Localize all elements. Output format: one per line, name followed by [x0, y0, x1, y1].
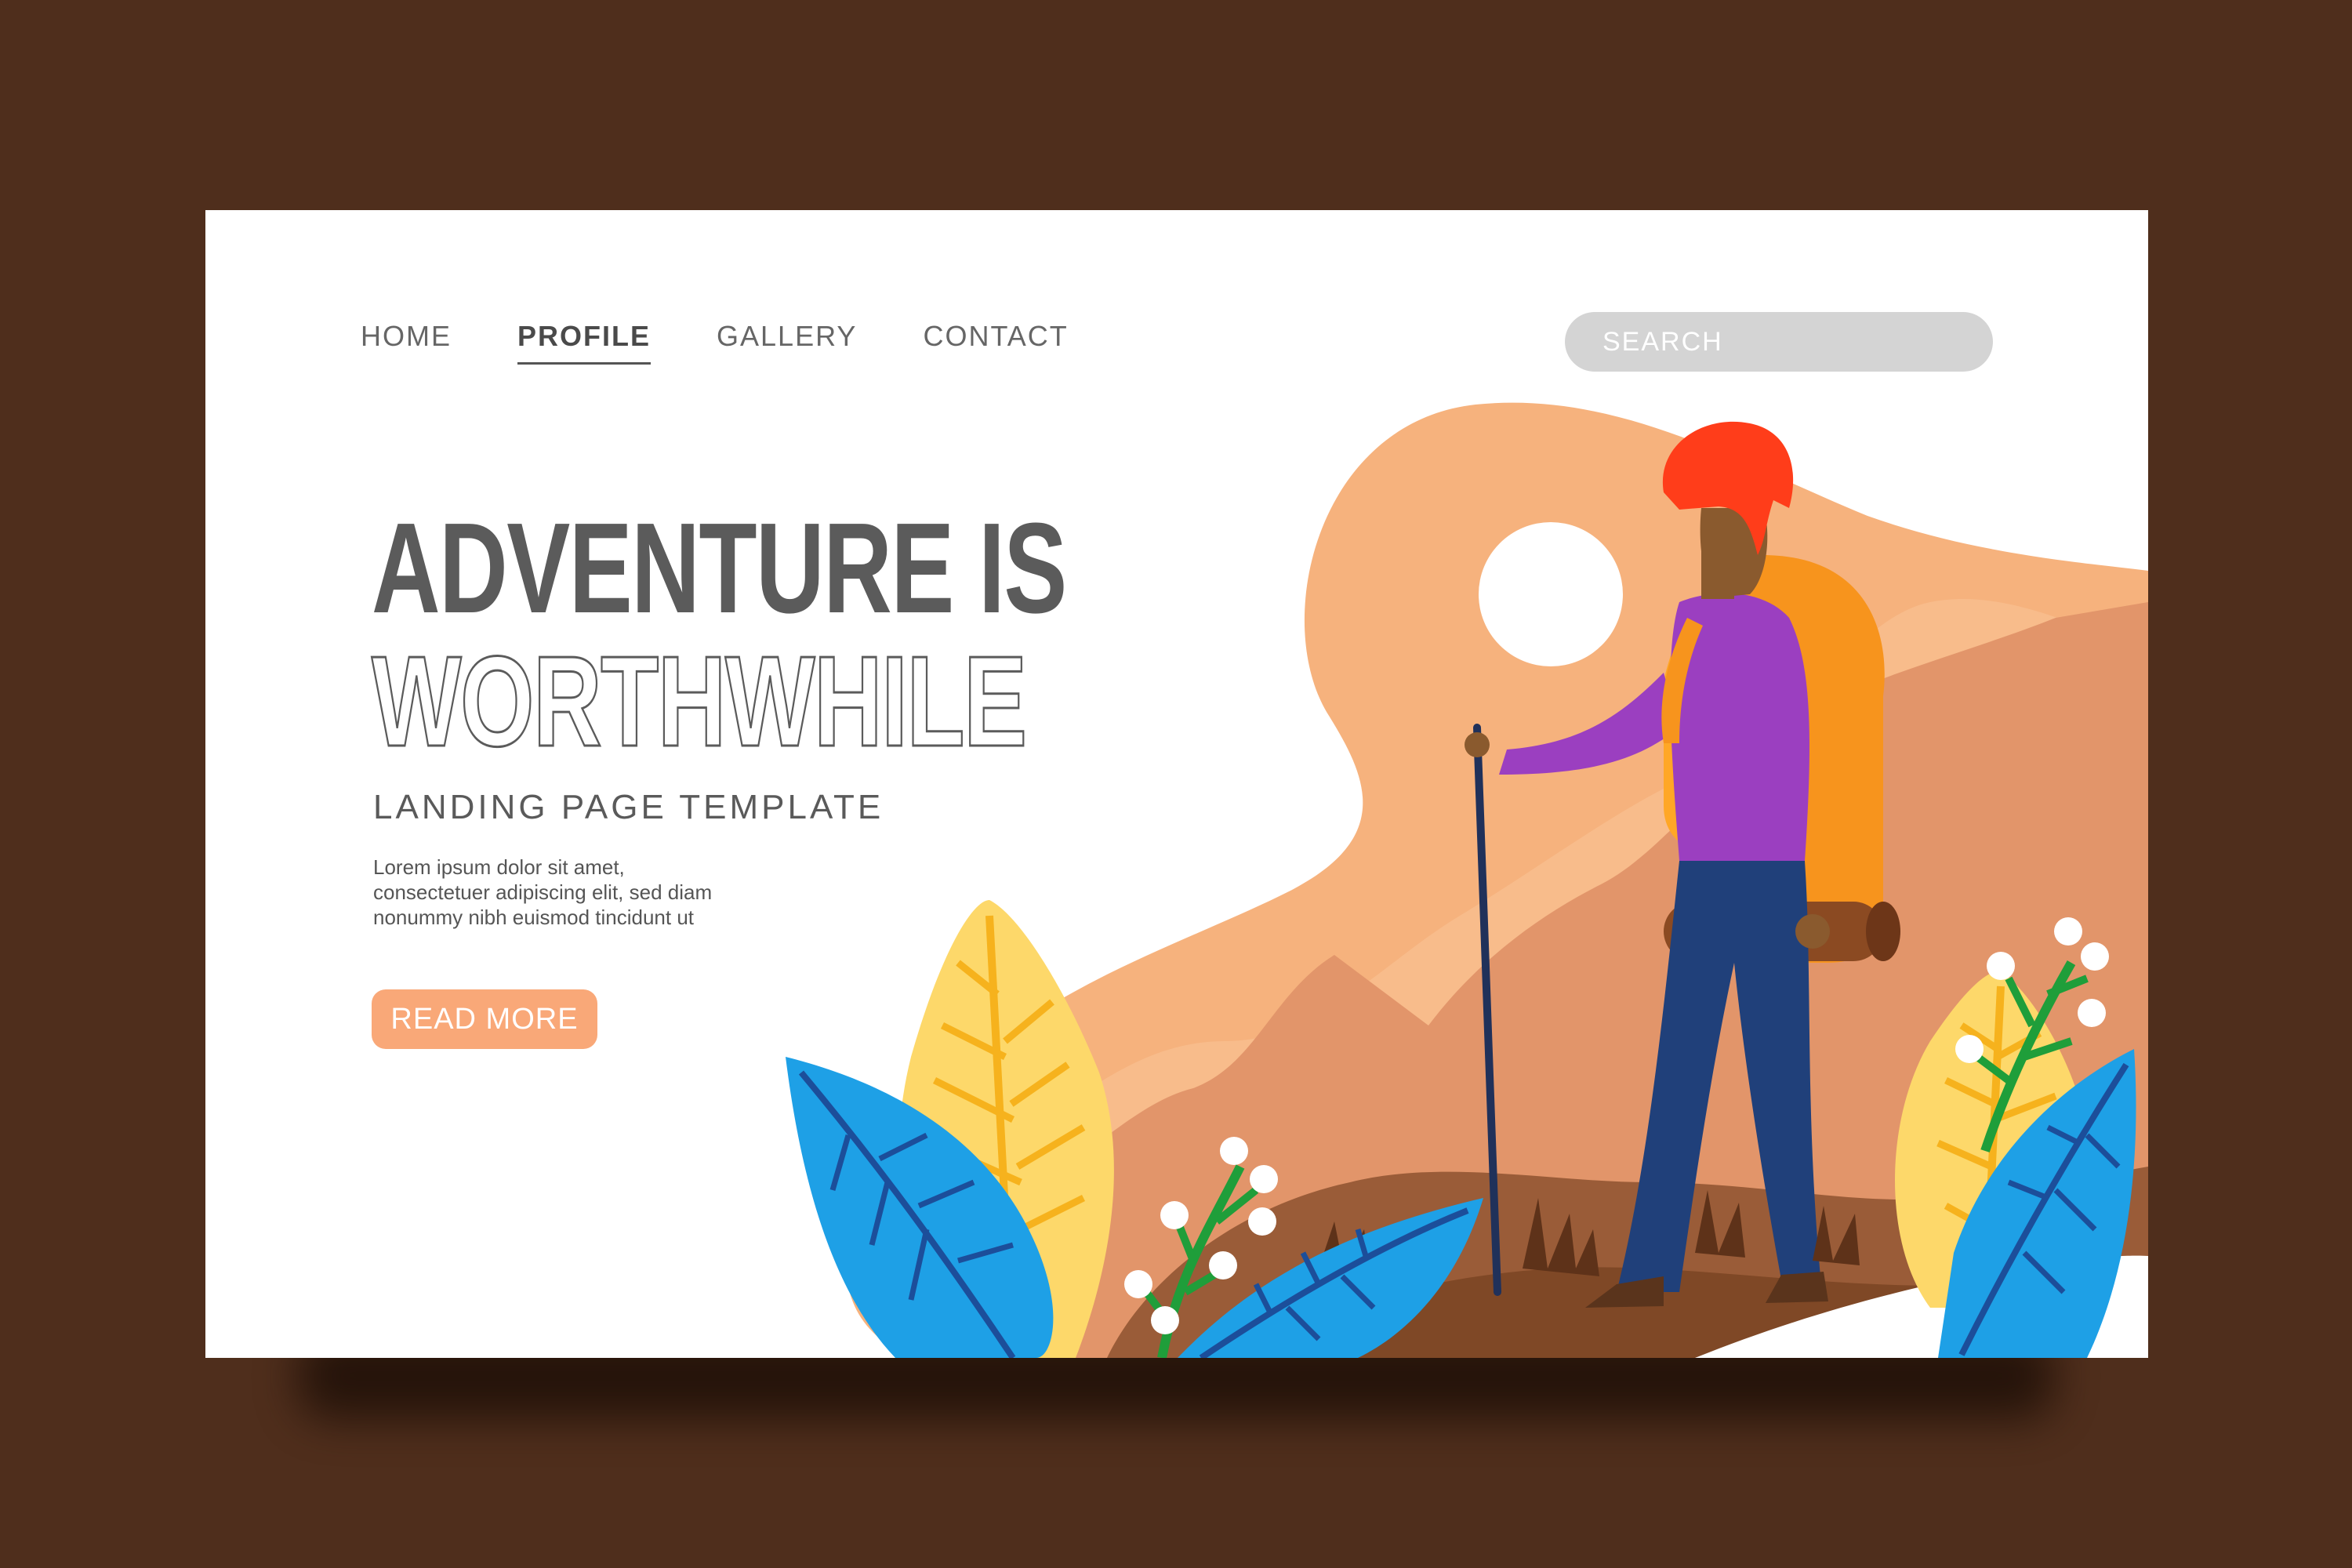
nav-contact[interactable]: CONTACT	[923, 320, 1068, 365]
body-line-3: nonummy nibh euismod tincidunt ut	[373, 906, 695, 929]
hero-body-text: Lorem ipsum dolor sit amet, consectetuer…	[373, 855, 765, 930]
nav-gallery[interactable]: GALLERY	[717, 320, 857, 365]
sun-icon	[1479, 522, 1623, 666]
landing-page-card: HOME PROFILE GALLERY CONTACT ADVENTURE I…	[205, 210, 2148, 1358]
body-line-1: Lorem ipsum dolor sit amet,	[373, 855, 625, 879]
search-input[interactable]	[1565, 312, 1993, 372]
body-line-2: consectetuer adipiscing elit, sed diam	[373, 880, 713, 904]
hero-title-line2: WORTHWHILE	[371, 630, 1028, 773]
nav-profile[interactable]: PROFILE	[517, 320, 652, 365]
hero-illustration	[786, 402, 2148, 1358]
main-nav: HOME PROFILE GALLERY CONTACT	[361, 320, 1069, 365]
hero-subtitle: LANDING PAGE TEMPLATE	[373, 788, 884, 826]
read-more-button[interactable]: READ MORE	[372, 989, 597, 1049]
hero-title-line1: ADVENTURE IS	[372, 496, 1067, 640]
nav-home[interactable]: HOME	[361, 320, 452, 365]
